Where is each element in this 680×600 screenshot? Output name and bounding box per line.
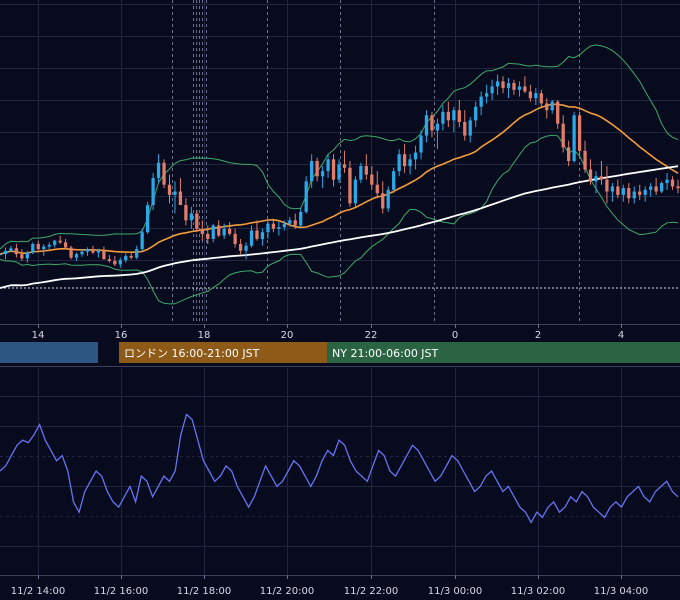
main-x-tick-label: 22 — [365, 330, 378, 341]
main-x-tick-label: 0 — [452, 330, 458, 341]
main-x-tick-label: 20 — [281, 330, 294, 341]
market-session-label: NY 21:00-06:00 JST — [332, 347, 439, 360]
candle — [304, 176, 308, 214]
candle — [353, 176, 358, 207]
candle — [69, 245, 73, 260]
main-x-tick-label: 16 — [115, 330, 128, 341]
market-session-bar — [0, 342, 98, 363]
indicator-x-tick-label: 11/3 02:00 — [511, 586, 565, 597]
main-x-tick-label: 14 — [32, 330, 45, 341]
candle — [386, 186, 390, 212]
main-x-tick-label: 18 — [198, 330, 211, 341]
indicator-x-tick-label: 11/3 00:00 — [428, 586, 482, 597]
candle — [162, 159, 166, 189]
indicator-x-tick-label: 11/3 04:00 — [594, 586, 648, 597]
main-x-tick-label: 2 — [535, 330, 541, 341]
candle — [348, 161, 352, 207]
indicator-x-tick-label: 11/2 20:00 — [260, 586, 314, 597]
main-x-tick-label: 4 — [618, 330, 624, 341]
indicator-x-tick-label: 11/2 16:00 — [94, 586, 148, 597]
indicator-x-tick-label: 11/2 22:00 — [344, 586, 398, 597]
indicator-x-tick-label: 11/2 14:00 — [11, 586, 65, 597]
market-session-label: ロンドン 16:00-21:00 JST — [124, 347, 260, 360]
candle — [151, 172, 155, 211]
candle — [0, 254, 2, 256]
candle — [659, 181, 664, 194]
candle — [145, 201, 150, 234]
candle — [31, 242, 35, 255]
candle — [392, 167, 396, 194]
forex-chart: 14 16 18 20 22 0 2 4 ロンドン 16:00-21:00 JST NY 21:… — [0, 0, 680, 600]
candle — [572, 111, 576, 163]
candle — [577, 111, 582, 156]
indicator-x-tick-label: 11/2 18:00 — [177, 586, 231, 597]
